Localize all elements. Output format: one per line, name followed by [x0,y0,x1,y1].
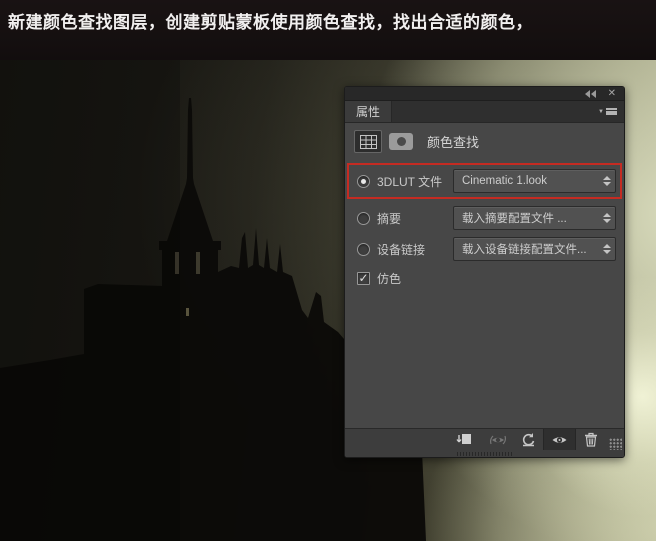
clip-to-layer-button[interactable] [449,429,479,450]
resize-handle[interactable] [456,451,513,456]
reset-button[interactable] [513,429,543,450]
panel-tabbar: 属性 ▼ [345,101,624,123]
device-link-profile-select-value: 载入设备链接配置文件... [462,244,587,256]
resize-corner-grip[interactable] [609,438,622,450]
tab-properties-label: 属性 [356,105,381,119]
toggle-previous-state-button[interactable] [483,429,513,450]
clip-to-layer-icon [456,433,471,444]
collapse-to-icons-icon[interactable] [584,89,596,98]
panel-toolbar [345,428,624,450]
radio-abstract-label: 摘要 [377,211,402,226]
eye-icon [552,436,567,443]
reset-icon [522,433,534,447]
radio-3dlut-file-label: 3DLUT 文件 [377,174,443,189]
spinner-icon [599,244,611,254]
dither-checkbox-label: 仿色 [377,271,402,286]
properties-panel: ✕ 属性 ▼ 颜色查找 3DLUT 文件 Cinematic 1.look 摘要… [344,86,625,458]
toggle-visibility-button[interactable] [543,429,576,450]
panel-header-row: 颜色查找 [345,128,624,162]
menu-arrow-icon: ▼ [598,108,604,115]
spinner-icon [599,176,611,186]
layer-mask-icon[interactable] [389,133,413,150]
tab-properties[interactable]: 属性 [345,101,393,122]
panel-empty-area [345,290,624,428]
panel-title: 颜色查找 [427,135,480,150]
radio-device-link[interactable] [357,242,370,256]
spinner-icon [599,213,611,223]
menu-bars-icon [606,108,617,115]
tutorial-caption: 新建颜色查找图层，创建剪贴蒙板使用颜色查找，找出合适的颜色， [8,13,533,32]
tutorial-caption-bar: 新建颜色查找图层，创建剪贴蒙板使用颜色查找，找出合适的颜色， [0,0,656,60]
eye-arrows-icon [490,435,506,444]
device-link-row: 设备链接 载入设备链接配置文件... [357,236,616,262]
device-link-profile-select[interactable]: 载入设备链接配置文件... [453,237,616,261]
abstract-profile-select[interactable]: 载入摘要配置文件 ... [453,206,616,230]
radio-device-link-label: 设备链接 [377,242,426,257]
panel-titlebar: ✕ [345,87,624,101]
lut-grid-icon [359,134,377,149]
dither-row: ✓ 仿色 [357,268,616,288]
abstract-profile-select-value: 载入摘要配置文件 ... [462,213,567,225]
radio-3dlut-file[interactable] [357,174,370,188]
delete-button[interactable] [576,429,606,450]
screenshot-stage: 新建颜色查找图层，创建剪贴蒙板使用颜色查找，找出合适的颜色， ✕ 属性 ▼ 颜色… [0,0,656,541]
dither-checkbox[interactable]: ✓ [357,271,370,285]
panel-menu-icon[interactable]: ▼ [598,101,624,122]
panel-content: 颜色查找 3DLUT 文件 Cinematic 1.look 摘要 载入摘要配置… [345,123,624,428]
radio-abstract[interactable] [357,211,370,225]
trash-icon [585,432,597,447]
highlight-annotation: 3DLUT 文件 Cinematic 1.look [347,163,622,199]
close-icon[interactable]: ✕ [608,88,616,99]
3dlut-file-select-value: Cinematic 1.look [462,175,548,187]
lut-grid-button[interactable] [354,130,382,153]
abstract-row: 摘要 载入摘要配置文件 ... [357,205,616,231]
panel-bottom-strip [345,450,624,457]
3dlut-file-select[interactable]: Cinematic 1.look [453,169,616,193]
tabbar-spacer [392,101,598,122]
